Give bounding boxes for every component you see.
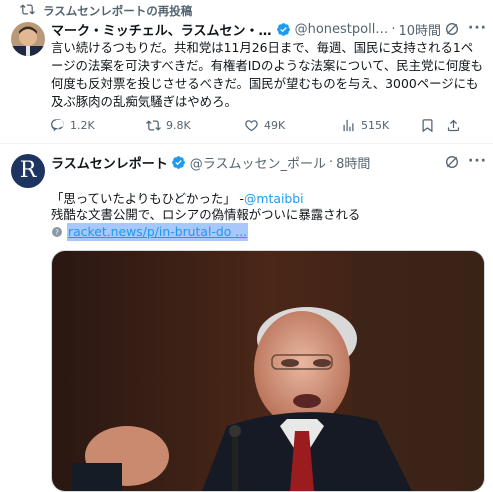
quote-line: 「思っていたよりもひどかった」 -@mtaibbi bbox=[51, 172, 483, 208]
action-bar: 1.2K 9.8K 49K 515K bbox=[0, 116, 493, 134]
more-icon[interactable]: ··· bbox=[468, 153, 487, 169]
post-time[interactable]: 8時間 bbox=[336, 153, 370, 172]
share-icon bbox=[447, 119, 460, 131]
separator-dot: · bbox=[329, 154, 334, 170]
author-handle[interactable]: @ラスムッセン_ポール bbox=[190, 153, 326, 172]
post-header: ラスムセンレポート @ラスムッセン_ポール · 8時間 bbox=[51, 152, 441, 172]
reply-count: 1.2K bbox=[70, 118, 95, 132]
verified-badge-icon bbox=[276, 22, 290, 36]
like-button[interactable]: 49K bbox=[244, 118, 285, 133]
reply-icon bbox=[51, 118, 64, 131]
author-name[interactable]: ラスムセンレポート bbox=[51, 153, 168, 172]
link-line: ? racket.news/p/in-brutal-do ... bbox=[51, 223, 483, 241]
photo-illustration bbox=[52, 251, 484, 491]
media-image[interactable] bbox=[51, 250, 485, 492]
bookmark-icon bbox=[422, 118, 433, 132]
more-icon[interactable]: ··· bbox=[468, 20, 487, 36]
article-link[interactable]: racket.news/p/in-brutal-do ... bbox=[67, 223, 249, 241]
author-handle[interactable]: @honestpoll… bbox=[295, 22, 389, 37]
grok-icon[interactable] bbox=[444, 21, 460, 37]
post-header: マーク・ミッチェル、ラスムセン・レ… @honestpoll… · 10時間 bbox=[51, 19, 441, 39]
post-1[interactable]: マーク・ミッチェル、ラスムセン・レ… @honestpoll… · 10時間 ·… bbox=[0, 0, 493, 142]
heart-icon bbox=[245, 119, 258, 131]
post-text: 言い続けるつもりだ。共和党は11月26日まで、毎週、国民に支持される1ページの法… bbox=[51, 40, 483, 109]
share-button[interactable] bbox=[446, 118, 461, 133]
quote-text: 「思っていたよりもひどかった」 - bbox=[51, 191, 245, 206]
grok-icon[interactable] bbox=[444, 154, 460, 170]
views-count: 515K bbox=[361, 118, 390, 132]
author-name[interactable]: マーク・ミッチェル、ラスムセン・レ… bbox=[51, 20, 273, 39]
repost-button[interactable]: 9.8K bbox=[146, 118, 191, 133]
views-icon bbox=[343, 119, 354, 131]
post-time[interactable]: 10時間 bbox=[398, 20, 441, 39]
avatar[interactable]: R bbox=[11, 154, 45, 188]
avatar[interactable] bbox=[11, 22, 45, 56]
verified-badge-icon bbox=[171, 155, 185, 169]
svg-text:?: ? bbox=[55, 229, 59, 237]
avatar-letter: R bbox=[19, 158, 37, 183]
like-count: 49K bbox=[264, 118, 286, 132]
headline-text: 残酷な文書公開で、ロシアの偽情報がついに暴露される bbox=[51, 207, 361, 222]
separator-dot: · bbox=[391, 21, 396, 37]
link-icon: ? bbox=[52, 227, 62, 237]
repost-count: 9.8K bbox=[166, 118, 191, 132]
repost-icon bbox=[146, 119, 161, 131]
bookmark-button[interactable] bbox=[420, 118, 435, 133]
views-button[interactable]: 515K bbox=[341, 118, 389, 133]
mention-link[interactable]: @mtaibbi bbox=[244, 191, 304, 206]
reply-button[interactable]: 1.2K bbox=[50, 118, 95, 133]
